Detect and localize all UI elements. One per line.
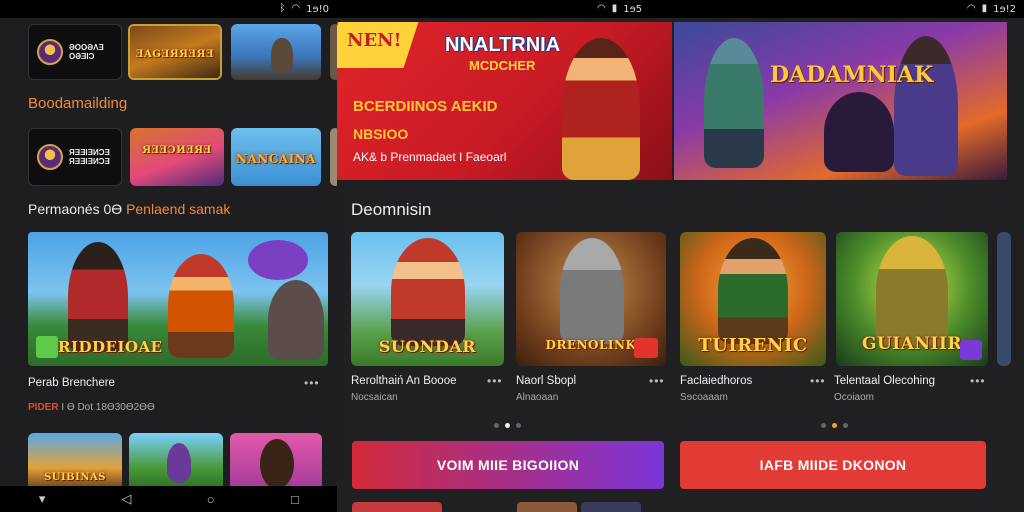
hero-banner[interactable]: DADAMNIAK (674, 22, 1007, 180)
more-options-icon[interactable]: ••• (970, 374, 986, 388)
carousel-pager (821, 423, 848, 428)
status-time: 1ɘ!2 (993, 3, 1016, 15)
more-options-icon[interactable]: ••• (487, 374, 503, 388)
game-logo-icon (37, 144, 63, 170)
back-icon[interactable]: ◁ (116, 491, 136, 507)
tile-caption: ƎAǤƎЯЯƎЯƎ (135, 49, 215, 60)
right-phone-screen: ◠ ▮ 1ɘ5 ◠ ▮ 1ɘ!2 NEN! NNALTRNIA MCDCHER … (337, 0, 1024, 512)
card-title: Naorl Sbopl (516, 375, 577, 387)
card-caption: SUONDAR (378, 337, 477, 356)
hero-title: NNALTRNIA (445, 34, 561, 56)
wifi-icon: ◠ (597, 3, 606, 14)
game-card[interactable]: TUIRENIC (680, 232, 826, 366)
home-icon[interactable]: ○ (201, 492, 221, 507)
hero-line: BCERDIINOS AEKID (353, 98, 498, 115)
tile-caption: SUIBINAS (44, 472, 106, 483)
hero-badge: NEN! (347, 30, 402, 51)
wifi-icon: ◠ (966, 3, 976, 14)
more-options-icon[interactable]: ••• (649, 374, 665, 388)
status-time: 1ɘ5 (623, 3, 643, 15)
secondary-cta-button[interactable]: IAFB MIIDE DKONON (680, 441, 986, 489)
system-nav-bar: ▾ ◁ ○ □ (0, 486, 337, 512)
banner-caption: RIDDEIOAE (58, 338, 163, 356)
featured-title: Perab Brenchere (28, 377, 115, 389)
primary-cta-button[interactable]: VOIM MIIE BIGOIION (352, 441, 664, 489)
tile-caption: ЯƎƎƆИƎЯƎ (142, 145, 212, 156)
status-time: 1ɘ!0 (306, 3, 329, 15)
game-card[interactable]: SUONDAR (351, 232, 504, 366)
wifi-icon: ◠ (291, 3, 301, 14)
featured-game-banner[interactable]: RIDDEIOAE (28, 232, 328, 366)
game-tile[interactable] (230, 433, 322, 491)
card-title: Faclaiedhoros (680, 375, 753, 387)
game-card[interactable]: GUIANIIR (836, 232, 988, 366)
status-bar: ◠ ▮ 1ɘ5 ◠ ▮ 1ɘ!2 (337, 0, 1024, 18)
game-tile[interactable]: ƎAǤƎЯЯƎЯƎ (128, 24, 222, 80)
game-tile[interactable] (129, 433, 223, 491)
hero-line: NBSIOO (353, 126, 409, 142)
more-options-icon[interactable]: ••• (810, 374, 826, 388)
featured-meta: PIDER I Ɵ Dot 18Ɵ30Ɵ2ƟƟ (28, 402, 155, 413)
badge-icon (634, 338, 658, 358)
menu-icon[interactable]: ▾ (32, 491, 52, 507)
card-subtitle: Nocsaican (351, 392, 398, 403)
recents-icon[interactable]: □ (285, 492, 305, 507)
game-logo-icon (37, 39, 63, 65)
hero-banner[interactable]: NEN! NNALTRNIA MCDCHER BCERDIINOS AEKID … (337, 22, 672, 180)
game-tile[interactable]: SUIBINAS (28, 433, 122, 491)
status-bar: ᛒ ◠ 1ɘ!0 (0, 0, 337, 18)
more-options-icon[interactable]: ••• (304, 376, 320, 390)
card-subtitle: Alnaoaan (516, 392, 559, 403)
tile-label: ƏOOƏɅƎ OƏƎIƆ (69, 43, 104, 61)
hero-logo: DADAMNIAK (770, 62, 934, 88)
card-subtitle: Ocoiaom (834, 392, 875, 403)
section-title: Deomnisin (351, 200, 432, 219)
card-title: Rerolthaiń An Boooe (351, 375, 457, 387)
game-tile[interactable]: NANCAINA (231, 128, 321, 186)
card-caption: TUIRENIC (698, 335, 808, 356)
section-title: Permaonés 0Ɵ Penlaend samak (28, 201, 231, 217)
badge-icon (960, 340, 982, 360)
signal-icon: ▮ (981, 3, 988, 14)
carousel-pager (494, 423, 521, 428)
game-tile[interactable] (231, 24, 321, 80)
tile-label: ЯƎƎIƎИƆƎ ЯƎƎIƎИƆƎ (69, 148, 110, 166)
tile-caption: NANCAINA (235, 152, 316, 166)
game-tile[interactable]: ЯƎƎƆИƎЯƎ (130, 128, 224, 186)
card-title: Telentaal Olecohing (834, 375, 936, 387)
card-subtitle: Sɘcoaaam (680, 392, 728, 403)
bluetooth-icon: ᛒ (279, 3, 286, 14)
section-title: Boodamailding (28, 95, 128, 112)
game-tile[interactable]: ЯƎƎIƎИƆƎ ЯƎƎIƎИƆƎ (28, 128, 122, 186)
game-card[interactable]: DRENOLINK (516, 232, 666, 366)
hero-subtitle: MCDCHER (469, 58, 536, 73)
hero-line: AK& b Prenmadaet I Faeoarl (353, 150, 507, 164)
play-icon (36, 336, 58, 358)
left-phone-screen: ᛒ ◠ 1ɘ!0 ƏOOƏɅƎ OƏƎIƆ ƎAǤƎЯЯƎЯƎ Boodamai… (0, 0, 337, 512)
game-tile[interactable]: ƏOOƏɅƎ OƏƎIƆ (28, 24, 122, 80)
signal-icon: ▮ (611, 3, 618, 14)
